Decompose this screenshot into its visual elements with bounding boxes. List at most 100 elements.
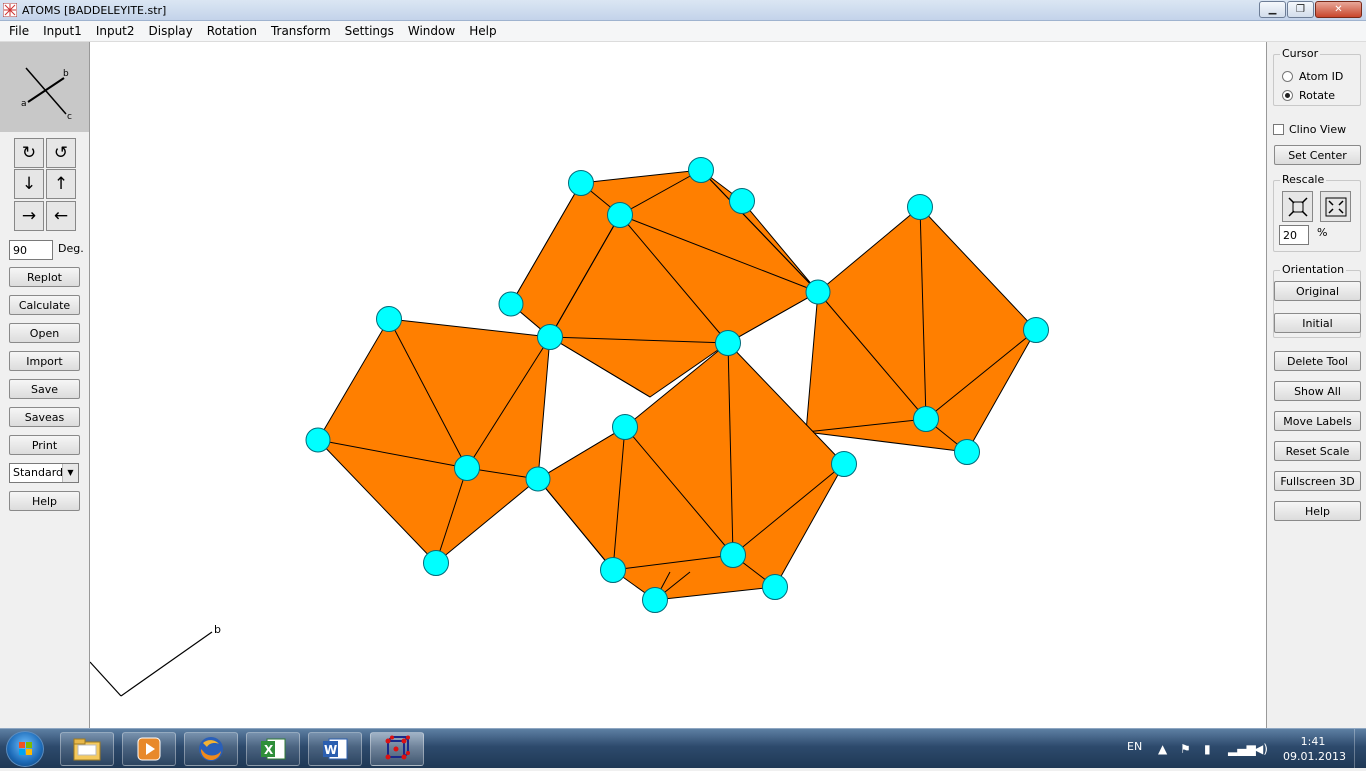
help-button-left[interactable]: Help xyxy=(9,491,80,511)
calculate-button[interactable]: Calculate xyxy=(9,295,80,315)
rotate-down-button[interactable]: ↓ xyxy=(14,169,44,199)
atom[interactable] xyxy=(831,451,857,477)
atom[interactable] xyxy=(715,330,741,356)
reset-scale-button[interactable]: Reset Scale xyxy=(1274,441,1361,461)
arrow-down-icon: ↓ xyxy=(21,174,37,194)
clock-date: 09.01.2013 xyxy=(1283,750,1346,763)
clino-view-checkbox[interactable] xyxy=(1273,124,1284,135)
atoms-app-icon xyxy=(3,3,17,17)
atom[interactable] xyxy=(720,542,746,568)
menu-help[interactable]: Help xyxy=(462,21,503,42)
rescale-group-label: Rescale xyxy=(1280,173,1327,186)
title-bar: ATOMS [BADDELEYITE.str] ▁ ❐ ✕ xyxy=(0,0,1366,21)
chevron-down-icon[interactable]: ▼ xyxy=(62,464,78,482)
atom-id-radio[interactable]: Atom ID xyxy=(1282,70,1343,83)
atom[interactable] xyxy=(525,466,551,492)
menu-transform[interactable]: Transform xyxy=(264,21,338,42)
atom[interactable] xyxy=(913,406,939,432)
atom[interactable] xyxy=(612,414,638,440)
set-center-button[interactable]: Set Center xyxy=(1274,145,1361,165)
atom[interactable] xyxy=(805,279,831,305)
import-button[interactable]: Import xyxy=(9,351,80,371)
rotate-left-button[interactable]: ← xyxy=(46,201,76,231)
taskbar-atoms[interactable] xyxy=(370,732,424,766)
atom[interactable] xyxy=(498,291,524,317)
explorer-icon xyxy=(73,738,101,761)
atom[interactable] xyxy=(537,324,563,350)
maximize-button[interactable]: ❐ xyxy=(1287,1,1314,18)
polyhedron xyxy=(317,318,551,564)
rotate-up-button[interactable]: ↑ xyxy=(46,169,76,199)
atom[interactable] xyxy=(305,427,331,453)
initial-button[interactable]: Initial xyxy=(1274,313,1361,333)
cursor-group: Cursor Atom ID Rotate xyxy=(1273,47,1361,106)
clock-time: 1:41 xyxy=(1300,735,1326,748)
show-all-button[interactable]: Show All xyxy=(1274,381,1361,401)
taskbar-media-player[interactable] xyxy=(122,732,176,766)
rescale-percent-input[interactable] xyxy=(1279,225,1309,245)
menu-file[interactable]: File xyxy=(2,21,36,42)
start-button[interactable] xyxy=(6,731,44,767)
display-style-select[interactable]: Standard ▼ xyxy=(9,463,79,483)
atom[interactable] xyxy=(762,574,788,600)
print-button[interactable]: Print xyxy=(9,435,80,455)
flag-icon[interactable]: ⚑ xyxy=(1180,742,1191,756)
language-indicator[interactable]: EN xyxy=(1127,740,1142,753)
save-button[interactable]: Save xyxy=(9,379,80,399)
taskbar-word[interactable]: W xyxy=(308,732,362,766)
zoom-out-button[interactable] xyxy=(1282,191,1313,222)
open-button[interactable]: Open xyxy=(9,323,80,343)
zoom-in-button[interactable] xyxy=(1320,191,1351,222)
degrees-input[interactable] xyxy=(9,240,53,260)
menu-rotation[interactable]: Rotation xyxy=(200,21,264,42)
atom[interactable] xyxy=(688,157,714,183)
atom[interactable] xyxy=(607,202,633,228)
radio-on-icon[interactable] xyxy=(1282,90,1293,101)
atom[interactable] xyxy=(907,194,933,220)
taskbar-explorer[interactable] xyxy=(60,732,114,766)
original-button[interactable]: Original xyxy=(1274,281,1361,301)
rotate-cw-icon: ↻ xyxy=(21,143,37,163)
atom[interactable] xyxy=(600,557,626,583)
svg-text:W: W xyxy=(324,743,337,757)
menu-input2[interactable]: Input2 xyxy=(89,21,142,42)
show-hidden-icons-icon[interactable]: ▲ xyxy=(1158,742,1167,756)
radio-off-icon[interactable] xyxy=(1282,71,1293,82)
atom[interactable] xyxy=(729,188,755,214)
volume-icon[interactable]: ◀) xyxy=(1254,742,1268,756)
menu-display[interactable]: Display xyxy=(142,21,200,42)
atom[interactable] xyxy=(568,170,594,196)
minimize-button[interactable]: ▁ xyxy=(1259,1,1286,18)
menu-settings[interactable]: Settings xyxy=(338,21,401,42)
atom[interactable] xyxy=(423,550,449,576)
structure-canvas[interactable]: b xyxy=(90,42,1266,728)
delete-tool-button[interactable]: Delete Tool xyxy=(1274,351,1361,371)
atom[interactable] xyxy=(376,306,402,332)
menu-window[interactable]: Window xyxy=(401,21,462,42)
show-desktop-button[interactable] xyxy=(1354,729,1366,769)
close-button[interactable]: ✕ xyxy=(1315,1,1362,18)
menu-input1[interactable]: Input1 xyxy=(36,21,89,42)
atom[interactable] xyxy=(954,439,980,465)
clock[interactable]: 1:41 09.01.2013 xyxy=(1283,734,1346,764)
help-button-right[interactable]: Help xyxy=(1274,501,1361,521)
taskbar-firefox[interactable] xyxy=(184,732,238,766)
atom[interactable] xyxy=(454,455,480,481)
replot-button[interactable]: Replot xyxy=(9,267,80,287)
move-labels-button[interactable]: Move Labels xyxy=(1274,411,1361,431)
taskbar-excel[interactable]: X xyxy=(246,732,300,766)
power-icon[interactable]: ▮ xyxy=(1204,742,1211,756)
crystal-structure-view[interactable]: b xyxy=(90,42,1266,728)
arrow-left-icon: ← xyxy=(53,206,69,226)
atom[interactable] xyxy=(1023,317,1049,343)
rotate-ccw-button[interactable]: ↺ xyxy=(46,138,76,168)
atom[interactable] xyxy=(642,587,668,613)
saveas-button[interactable]: Saveas xyxy=(9,407,80,427)
fullscreen-3d-button[interactable]: Fullscreen 3D xyxy=(1274,471,1361,491)
atom-id-label: Atom ID xyxy=(1299,70,1344,83)
rotate-cw-button[interactable]: ↻ xyxy=(14,138,44,168)
rotate-right-button[interactable]: → xyxy=(14,201,44,231)
rotate-radio[interactable]: Rotate xyxy=(1282,89,1335,102)
network-signal-icon[interactable]: ▂▄▆ xyxy=(1228,742,1256,756)
percent-label: % xyxy=(1317,226,1328,239)
